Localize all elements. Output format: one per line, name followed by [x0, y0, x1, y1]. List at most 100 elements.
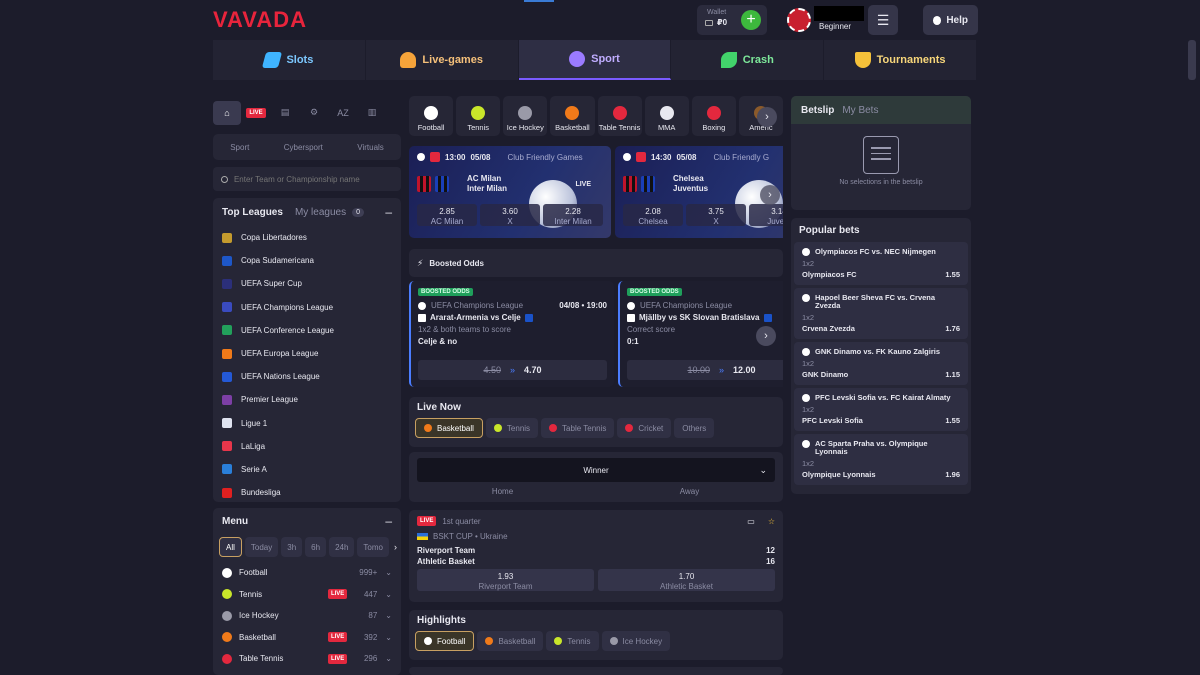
chevron-right-icon[interactable]: › [760, 185, 780, 205]
sport-item-basketball[interactable]: Basketball LIVE 392 ⌄ [213, 627, 401, 649]
star-icon[interactable]: ☆ [768, 517, 775, 526]
hamburger-menu-icon[interactable]: ☰ [868, 5, 898, 35]
market-select[interactable]: Winner ⌄ [417, 458, 775, 482]
tab-top-leagues[interactable]: Top Leagues [222, 207, 283, 218]
chevron-down-icon[interactable]: ⌄ [385, 590, 392, 599]
boosted-card[interactable]: BOOSTED ODDS UEFA Champions League 04/08 •… [409, 281, 614, 387]
odd-button[interactable]: 2.08 Chelsea [623, 204, 683, 226]
tab-ice-hockey[interactable]: Ice Hockey [601, 631, 671, 651]
time-filter-all[interactable]: All [219, 537, 242, 557]
league-item[interactable]: UEFA Super Cup [213, 272, 401, 295]
chevron-down-icon[interactable]: ⌄ [385, 654, 392, 663]
chevron-down-icon[interactable]: ⌄ [385, 633, 392, 642]
league-item[interactable]: LaLiga [213, 435, 401, 458]
tab-tennis[interactable]: Tennis [485, 418, 539, 438]
league-item[interactable]: Premier League [213, 388, 401, 411]
popular-bet-card[interactable]: AC Sparta Praha vs. Olympique Lyonnais 1x… [794, 434, 968, 485]
league-item[interactable]: Copa Libertadores [213, 226, 401, 249]
search-input[interactable] [233, 174, 393, 184]
odd-button[interactable]: 1.93 Riverport Team [417, 569, 594, 591]
nav-tab-tournaments[interactable]: Tournaments [824, 40, 977, 80]
tab-football[interactable]: Football [415, 631, 475, 651]
time-filter-24h[interactable]: 24h [329, 537, 355, 557]
boosted-odd-button[interactable]: 4.50 » 4.70 [418, 360, 607, 380]
tab-others[interactable]: Others [674, 418, 715, 438]
popular-bet-odd[interactable]: 1.55 [945, 416, 960, 425]
tv-icon[interactable]: ▭ [747, 517, 755, 526]
tab-basketball[interactable]: Basketball [477, 631, 544, 651]
sport-item-ice-hockey[interactable]: Ice Hockey 87 ⌄ [213, 605, 401, 627]
search-box[interactable] [213, 167, 401, 191]
calendar-icon[interactable]: ▤ [271, 101, 299, 125]
tab-cricket[interactable]: Cricket [617, 418, 672, 438]
logo[interactable]: VAVADA [213, 7, 307, 33]
settings-icon[interactable]: ⚙ [300, 101, 328, 125]
sport-item-tennis[interactable]: Tennis LIVE 447 ⌄ [213, 584, 401, 606]
type-tab-sport[interactable]: Sport [230, 143, 249, 152]
collapse-icon[interactable]: – [385, 514, 392, 528]
league-item[interactable]: UEFA Conference League [213, 319, 401, 342]
odd-button[interactable]: 2.28 Inter Milan [543, 204, 603, 226]
league-item[interactable]: UEFA Champions League [213, 296, 401, 319]
sport-tab-football[interactable]: Football [409, 96, 454, 136]
nav-tab-slots[interactable]: Slots [213, 40, 366, 80]
live-event-card[interactable]: LIVE 1st quarter ▭ ☆ BSKT CUP • Ukraine … [409, 510, 783, 602]
odd-button[interactable]: 3.14Juvent [749, 204, 783, 226]
scrollbar[interactable] [1188, 40, 1196, 80]
help-button[interactable]: Help [923, 5, 978, 35]
sport-item-football[interactable]: Football 999+ ⌄ [213, 562, 401, 584]
tab-basketball[interactable]: Basketball [415, 418, 483, 438]
collapse-icon[interactable]: – [385, 205, 392, 219]
popular-bet-odd[interactable]: 1.15 [945, 370, 960, 379]
sport-tab-table-tennis[interactable]: Table Tennis [597, 96, 642, 136]
odd-button[interactable]: 3.60 X [480, 204, 540, 226]
tab-table-tennis[interactable]: Table Tennis [541, 418, 615, 438]
chevron-right-icon[interactable]: › [394, 542, 397, 552]
deposit-plus-icon[interactable]: + [741, 10, 761, 30]
tab-my-leagues[interactable]: My leagues [295, 207, 346, 218]
league-item[interactable]: Ligue 1 [213, 412, 401, 435]
chevron-right-icon[interactable]: › [757, 107, 777, 127]
stats-icon[interactable]: ▥ [358, 101, 386, 125]
tab-my-bets[interactable]: My Bets [842, 105, 878, 116]
time-filter-6h[interactable]: 6h [305, 537, 327, 557]
type-tab-virtuals[interactable]: Virtuals [357, 143, 384, 152]
sport-tab-mma[interactable]: MMA [644, 96, 689, 136]
featured-match-card[interactable]: 13:00 05/08 Club Friendly Games AC Milan Int… [409, 146, 611, 238]
popular-bet-odd[interactable]: 1.76 [945, 324, 960, 333]
az-sort[interactable]: AZ [329, 101, 357, 125]
avatar[interactable] [787, 8, 811, 32]
sport-tab-tennis[interactable]: Tennis [456, 96, 501, 136]
popular-bet-card[interactable]: Olympiacos FC vs. NEC Nijmegen 1x2 Olympia… [794, 242, 968, 285]
nav-tab-live-games[interactable]: Live-games [365, 40, 519, 80]
sport-tab-boxing[interactable]: Boxing [691, 96, 736, 136]
live-filter[interactable]: LIVE [242, 101, 270, 125]
chevron-right-icon[interactable]: › [756, 326, 776, 346]
chevron-down-icon[interactable]: ⌄ [385, 568, 392, 577]
time-filter-3h[interactable]: 3h [281, 537, 303, 557]
type-tab-cybersport[interactable]: Cybersport [284, 143, 323, 152]
popular-bet-card[interactable]: GNK Dinamo vs. FK Kauno Zalgiris 1x2 GNK D… [794, 342, 968, 385]
league-item[interactable]: Serie A [213, 458, 401, 481]
tab-tennis[interactable]: Tennis [546, 631, 599, 651]
league-item[interactable]: Bundesliga [213, 481, 401, 504]
home-icon[interactable]: ⌂ [213, 100, 241, 125]
odd-button[interactable]: 1.70 Athletic Basket [598, 569, 775, 591]
popular-bet-odd[interactable]: 1.96 [945, 470, 960, 479]
odd-button[interactable]: 2.85 AC Milan [417, 204, 477, 226]
nav-tab-sport[interactable]: Sport [518, 40, 672, 80]
boosted-odd-button[interactable]: 10.00 » 12.00 [627, 360, 783, 380]
sport-tab-ice-hockey[interactable]: Ice Hockey [503, 96, 548, 136]
chevron-down-icon[interactable]: ⌄ [385, 611, 392, 620]
time-filter-tomo[interactable]: Tomo [357, 537, 389, 557]
odd-button[interactable]: 3.75 X [686, 204, 746, 226]
league-item[interactable]: Copa Sudamericana [213, 249, 401, 272]
nav-tab-crash[interactable]: Crash [671, 40, 825, 80]
popular-bet-odd[interactable]: 1.55 [945, 270, 960, 279]
popular-bet-card[interactable]: PFC Levski Sofia vs. FC Kairat Almaty 1x2… [794, 388, 968, 431]
league-item[interactable]: UEFA Europa League [213, 342, 401, 365]
featured-match-card[interactable]: 14:30 05/08 Club Friendly G Chelsea Juventus… [615, 146, 783, 238]
popular-bet-card[interactable]: Hapoel Beer Sheva FC vs. Crvena Zvezda 1x… [794, 288, 968, 339]
time-filter-today[interactable]: Today [244, 537, 279, 557]
league-item[interactable]: UEFA Nations League [213, 365, 401, 388]
